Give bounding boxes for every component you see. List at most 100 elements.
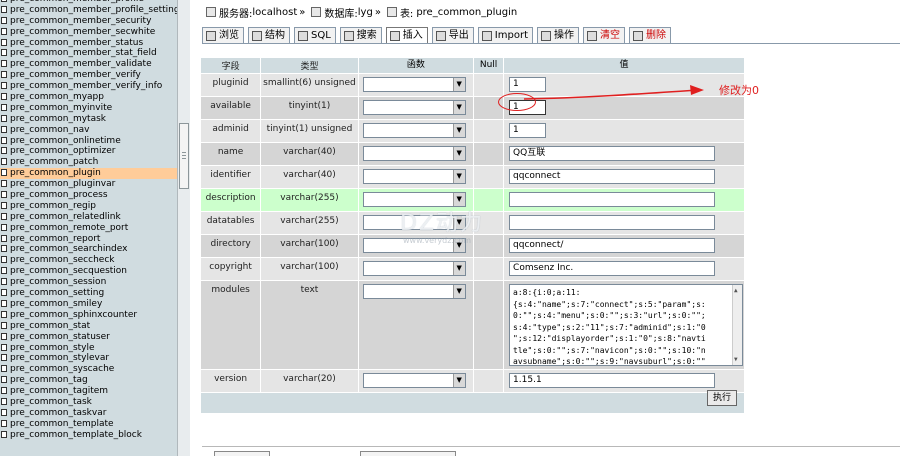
sidebar-table-item[interactable]: pre_common_member_verify_info: [0, 81, 177, 92]
sidebar-scrollbar[interactable]: [177, 0, 190, 456]
sidebar-table-item[interactable]: pre_common_patch: [0, 157, 177, 168]
sidebar-table-item[interactable]: pre_common_member_validate: [0, 59, 177, 70]
sidebar-table-name[interactable]: pre_common_onlinetime: [10, 136, 121, 146]
chevron-down-icon[interactable]: ▼: [452, 170, 465, 183]
sidebar-table-name[interactable]: pre_common_member_status: [10, 38, 143, 48]
sidebar-table-item[interactable]: pre_common_member_security: [0, 16, 177, 27]
table-browse-icon[interactable]: [1, 278, 7, 286]
sidebar-table-item[interactable]: pre_common_stylevar: [0, 353, 177, 364]
chevron-down-icon[interactable]: ▼: [452, 262, 465, 275]
sidebar-table-item[interactable]: pre_common_regip: [0, 201, 177, 212]
function-select[interactable]: ▼: [362, 146, 466, 161]
sidebar-table-name[interactable]: pre_common_process: [10, 190, 108, 200]
value-input-description[interactable]: [509, 192, 716, 207]
table-browse-icon[interactable]: [1, 103, 7, 111]
sidebar-table-item[interactable]: pre_common_member_profile_setting: [0, 5, 177, 16]
chevron-down-icon[interactable]: ▼: [452, 374, 465, 387]
table-browse-icon[interactable]: [1, 256, 7, 264]
table-browse-icon[interactable]: [1, 234, 7, 242]
function-select[interactable]: ▼: [362, 123, 466, 138]
table-browse-icon[interactable]: [1, 365, 7, 373]
sidebar-table-name[interactable]: pre_common_plugin: [10, 168, 101, 178]
sidebar-table-item[interactable]: pre_common_setting: [0, 288, 177, 299]
sidebar-table-item[interactable]: pre_common_pluginvar: [0, 179, 177, 190]
value-input-adminid[interactable]: 1: [509, 123, 547, 138]
database-link[interactable]: lyg: [358, 7, 373, 18]
sidebar-table-name[interactable]: pre_common_tagitem: [10, 386, 108, 396]
table-browse-icon[interactable]: [1, 299, 7, 307]
sidebar-table-name[interactable]: pre_common_report: [10, 234, 100, 244]
sidebar-table-name[interactable]: pre_common_myinvite: [10, 103, 112, 113]
chevron-down-icon[interactable]: ▼: [452, 78, 465, 91]
sidebar-table-name[interactable]: pre_common_sphinxcounter: [10, 310, 137, 320]
sidebar-table-name[interactable]: pre_common_taskvar: [10, 408, 106, 418]
table-browse-icon[interactable]: [1, 289, 7, 297]
sidebar-table-name[interactable]: pre_common_stat: [10, 321, 90, 331]
tab-drop[interactable]: 删除: [629, 27, 671, 43]
chevron-down-icon[interactable]: ▼: [452, 285, 465, 298]
table-browse-icon[interactable]: [1, 419, 7, 427]
function-select[interactable]: ▼: [362, 169, 466, 184]
sidebar-table-item[interactable]: pre_common_seccheck: [0, 255, 177, 266]
sidebar-table-item[interactable]: pre_common_member_secwhite: [0, 27, 177, 38]
tab-operations[interactable]: 操作: [537, 27, 579, 43]
sidebar-table-name[interactable]: pre_common_optimizer: [10, 146, 115, 156]
function-select[interactable]: ▼: [362, 100, 466, 115]
sidebar-table-item[interactable]: pre_common_plugin: [0, 168, 177, 180]
sidebar-table-name[interactable]: pre_common_member_stat_field: [10, 48, 157, 58]
table-browse-icon[interactable]: [1, 212, 7, 220]
sidebar-table-item[interactable]: pre_common_template_block: [0, 430, 177, 441]
sidebar-table-name[interactable]: pre_common_session: [10, 277, 106, 287]
textarea-scrollbar[interactable]: [732, 285, 743, 365]
sidebar-table-item[interactable]: pre_common_tagitem: [0, 386, 177, 397]
sidebar-table-item[interactable]: pre_common_template: [0, 419, 177, 430]
sidebar-table-name[interactable]: pre_common_member_profile_setting: [10, 5, 177, 15]
sidebar-table-name[interactable]: pre_common_member_verify: [10, 70, 141, 80]
table-browse-icon[interactable]: [1, 38, 7, 46]
value-input-copyright[interactable]: Comsenz Inc.: [509, 261, 716, 276]
sidebar-table-name[interactable]: pre_common_member_profile: [10, 0, 144, 4]
sidebar-table-item[interactable]: pre_common_searchindex: [0, 244, 177, 255]
sidebar-table-item[interactable]: pre_common_secquestion: [0, 266, 177, 277]
sidebar-table-name[interactable]: pre_common_patch: [10, 157, 98, 167]
value-input-directory[interactable]: qqconnect/: [509, 238, 716, 253]
sidebar-table-item[interactable]: pre_common_sphinxcounter: [0, 310, 177, 321]
sidebar-table-name[interactable]: pre_common_syscache: [10, 364, 114, 374]
tab-export[interactable]: 导出: [431, 27, 474, 43]
server-link[interactable]: localhost: [252, 7, 297, 18]
sidebar-table-name[interactable]: pre_common_remote_port: [10, 223, 128, 233]
sidebar-table-item[interactable]: pre_common_relatedlink: [0, 212, 177, 223]
sidebar-table-item[interactable]: pre_common_report: [0, 234, 177, 245]
sidebar-table-name[interactable]: pre_common_member_verify_info: [10, 81, 162, 91]
tab-empty[interactable]: 清空: [583, 27, 625, 43]
chevron-down-icon[interactable]: ▼: [452, 124, 465, 137]
sidebar-table-name[interactable]: pre_common_pluginvar: [10, 179, 115, 189]
tab-import[interactable]: Import: [477, 27, 533, 43]
sidebar-table-name[interactable]: pre_common_searchindex: [10, 244, 127, 254]
table-browse-icon[interactable]: [1, 332, 7, 340]
sidebar-table-item[interactable]: pre_common_onlinetime: [0, 136, 177, 147]
sidebar-table-item[interactable]: pre_common_optimizer: [0, 146, 177, 157]
table-browse-icon[interactable]: [1, 82, 7, 90]
table-browse-icon[interactable]: [1, 71, 7, 79]
sidebar-table-item[interactable]: pre_common_myinvite: [0, 103, 177, 114]
table-link[interactable]: pre_common_plugin: [416, 7, 517, 18]
table-browse-icon[interactable]: [1, 136, 7, 144]
sidebar-table-name[interactable]: pre_common_template: [10, 419, 114, 429]
sidebar-table-item[interactable]: pre_common_nav: [0, 125, 177, 136]
sidebar-table-item[interactable]: pre_common_remote_port: [0, 223, 177, 234]
sidebar-table-item[interactable]: pre_common_syscache: [0, 364, 177, 375]
sidebar-table-item[interactable]: pre_common_style: [0, 343, 177, 354]
table-browse-icon[interactable]: [1, 321, 7, 329]
table-browse-icon[interactable]: [1, 408, 7, 416]
table-browse-icon[interactable]: [1, 0, 7, 2]
table-browse-icon[interactable]: [1, 27, 7, 35]
sidebar-table-item[interactable]: pre_common_smiley: [0, 299, 177, 310]
table-browse-icon[interactable]: [1, 49, 7, 57]
table-browse-icon[interactable]: [1, 5, 7, 13]
sidebar-table-item[interactable]: pre_common_member_status: [0, 38, 177, 49]
tab-structure[interactable]: 结构: [248, 27, 290, 43]
table-browse-icon[interactable]: [1, 201, 7, 209]
table-browse-icon[interactable]: [1, 191, 7, 199]
go-button[interactable]: 执行: [707, 390, 737, 406]
